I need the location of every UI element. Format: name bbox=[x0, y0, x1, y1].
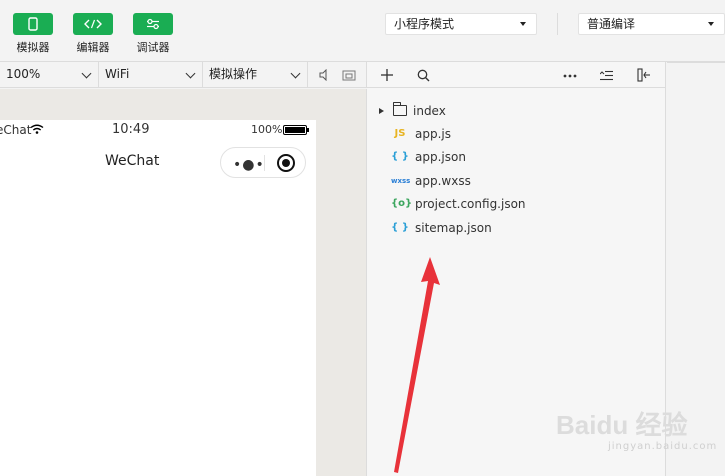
tree-item-app-wxss[interactable]: wxss app.wxss bbox=[367, 170, 666, 192]
file-name: sitemap.json bbox=[415, 221, 492, 235]
network-value: WiFi bbox=[105, 67, 130, 81]
window-icon[interactable] bbox=[342, 69, 356, 81]
tree-item-sitemap-json[interactable]: { } sitemap.json bbox=[367, 217, 666, 239]
code-icon[interactable] bbox=[73, 13, 113, 35]
config-file-icon: {o} bbox=[391, 198, 413, 209]
top-toolbar: 模拟器 编辑器 调试器 小程序模式 普通编译 bbox=[0, 0, 725, 62]
tree-item-project-config[interactable]: {o} project.config.json bbox=[367, 193, 666, 215]
volume-icon[interactable] bbox=[318, 69, 328, 81]
tree-item-app-json[interactable]: { } app.json bbox=[367, 146, 666, 168]
watermark-sub: jingyan.baidu.com bbox=[608, 441, 718, 452]
editor-tool[interactable]: 编辑器 bbox=[73, 13, 113, 55]
battery-percent: 100% bbox=[251, 123, 283, 136]
compile-select-value: 普通编译 bbox=[587, 17, 636, 31]
tree-item-app-js[interactable]: JS app.js bbox=[367, 123, 666, 145]
capsule-menu[interactable]: •●• bbox=[220, 147, 306, 178]
watermark-main: Baidu 经验 bbox=[556, 410, 688, 440]
operation-value: 模拟操作 bbox=[209, 67, 258, 81]
close-target-icon[interactable] bbox=[277, 154, 295, 172]
editor-label: 编辑器 bbox=[76, 41, 110, 54]
more-icon[interactable] bbox=[563, 74, 577, 78]
mode-select-value: 小程序模式 bbox=[394, 17, 455, 31]
chevron-down-icon bbox=[185, 68, 196, 79]
zoom-dropdown[interactable]: 100% bbox=[0, 62, 99, 87]
folder-icon bbox=[393, 102, 407, 116]
mode-select[interactable]: 小程序模式 bbox=[385, 13, 537, 35]
explorer-toolbar bbox=[367, 62, 666, 88]
caret-down-icon bbox=[708, 22, 714, 26]
annotation-arrow-icon bbox=[394, 257, 440, 473]
compile-select[interactable]: 普通编译 bbox=[578, 13, 725, 35]
phone-icon[interactable] bbox=[13, 13, 53, 35]
battery-icon bbox=[283, 125, 309, 135]
search-icon[interactable] bbox=[417, 69, 430, 82]
tree-item-index[interactable]: index bbox=[367, 100, 666, 122]
collapse-all-icon[interactable] bbox=[600, 70, 613, 81]
simulator-subbar: 100% WiFi 模拟操作 bbox=[0, 62, 367, 88]
phone-screen[interactable]: eChat 10:49 100% WeChat •●• bbox=[0, 120, 316, 476]
expand-arrow-icon[interactable] bbox=[379, 108, 384, 114]
file-name: index bbox=[413, 104, 446, 118]
json-file-icon: { } bbox=[391, 151, 409, 162]
network-dropdown[interactable]: WiFi bbox=[99, 62, 203, 87]
simulator-area: eChat 10:49 100% WeChat •●• bbox=[0, 89, 367, 476]
simulator-label: 模拟器 bbox=[16, 41, 50, 54]
debugger-tool[interactable]: 调试器 bbox=[133, 13, 173, 55]
wifi-icon bbox=[30, 124, 44, 134]
file-name: app.wxss bbox=[415, 174, 471, 188]
caret-down-icon bbox=[520, 22, 526, 26]
file-name: project.config.json bbox=[415, 197, 526, 211]
debug-icon[interactable] bbox=[133, 13, 173, 35]
file-name: app.json bbox=[415, 150, 466, 164]
wxss-file-icon: wxss bbox=[391, 177, 411, 185]
status-bar: eChat 10:49 100% bbox=[0, 120, 316, 140]
nav-title: WeChat bbox=[105, 153, 160, 169]
capsule-divider bbox=[264, 155, 265, 171]
add-icon[interactable] bbox=[381, 69, 393, 81]
watermark-logo: Baidu 经验 jingyan.baidu.com bbox=[556, 405, 716, 455]
status-time: 10:49 bbox=[112, 122, 150, 137]
carrier-label: eChat bbox=[0, 123, 32, 137]
chevron-down-icon bbox=[290, 68, 301, 79]
zoom-value: 100% bbox=[6, 67, 41, 81]
chevron-down-icon bbox=[81, 68, 92, 79]
json-file-icon: { } bbox=[391, 222, 409, 233]
panel-toggle-icon[interactable] bbox=[637, 68, 651, 82]
file-name: app.js bbox=[415, 127, 451, 141]
simulator-tool[interactable]: 模拟器 bbox=[13, 13, 53, 55]
toolbar-divider bbox=[557, 13, 558, 35]
debugger-label: 调试器 bbox=[136, 41, 170, 54]
more-dots-icon[interactable]: •●• bbox=[233, 157, 265, 173]
js-file-icon: JS bbox=[394, 128, 406, 139]
operation-dropdown[interactable]: 模拟操作 bbox=[203, 62, 308, 87]
